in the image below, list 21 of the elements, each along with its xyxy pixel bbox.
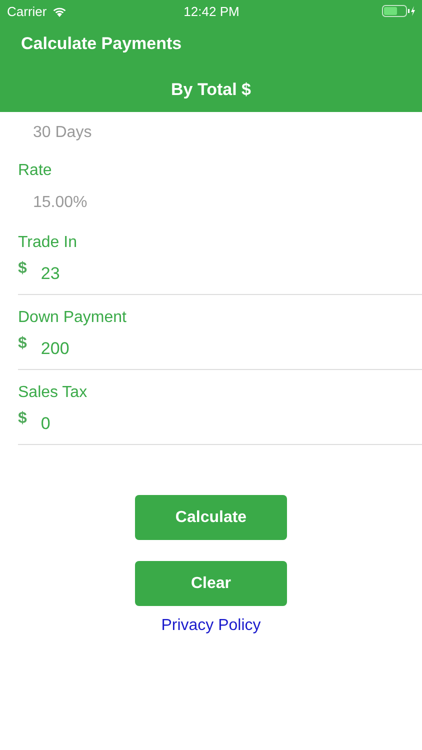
- input-field[interactable]: 0: [40, 414, 50, 434]
- currency-symbol: $: [18, 335, 27, 353]
- battery-icon: [382, 5, 416, 17]
- field-value[interactable]: 30 Days: [18, 124, 422, 142]
- currency-symbol: $: [18, 260, 27, 278]
- field-value[interactable]: 15.00%: [18, 194, 422, 212]
- status-time: 12:42 PM: [184, 4, 240, 18]
- field-label: Trade In: [18, 234, 78, 252]
- calculate-button[interactable]: Calculate: [135, 495, 287, 540]
- currency-symbol: $: [18, 410, 27, 428]
- carrier-name: Carrier: [7, 4, 47, 18]
- screen-title: Calculate Payments: [20, 33, 183, 55]
- field-label: Sales Tax: [18, 384, 88, 402]
- field-label: Down Payment: [18, 309, 128, 327]
- wifi-icon: [52, 6, 67, 16]
- clear-button[interactable]: Clear: [135, 561, 287, 606]
- input-field[interactable]: 23: [40, 264, 60, 284]
- input-field[interactable]: 200: [40, 339, 70, 359]
- privacy-link[interactable]: Privacy Policy: [161, 617, 261, 635]
- field-label: Rate: [18, 162, 53, 180]
- screen-subtitle: By Total $: [170, 79, 252, 100]
